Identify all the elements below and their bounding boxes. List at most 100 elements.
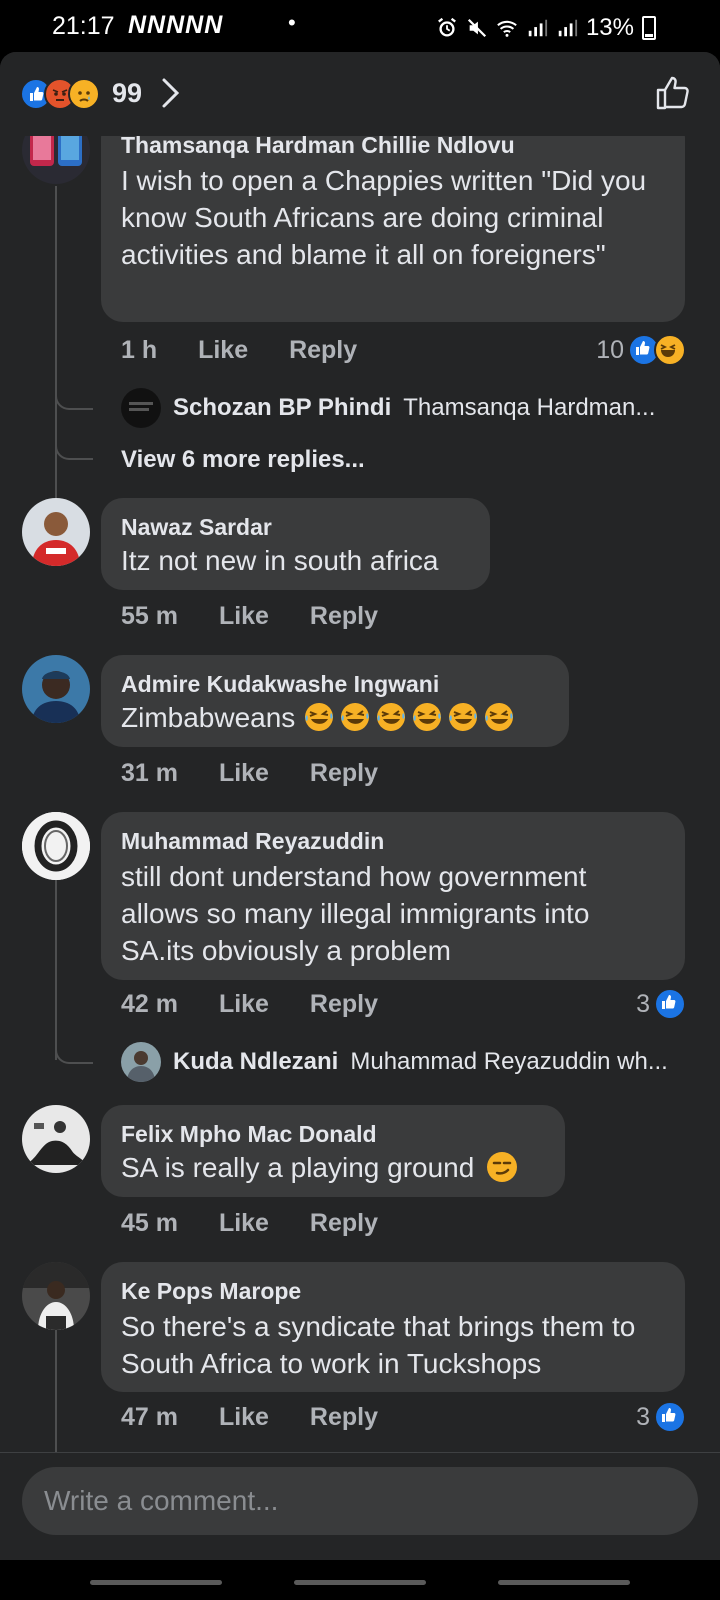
comment-actions: 47 m Like Reply <box>121 1403 412 1432</box>
comment-actions: 42 m Like Reply <box>121 990 412 1019</box>
reply-button[interactable]: Reply <box>310 759 378 788</box>
comment-author[interactable]: Felix Mpho Mac Donald <box>121 1119 545 1149</box>
nav-recent-button[interactable] <box>90 1580 222 1585</box>
laughing-emoji-group <box>303 702 519 733</box>
comment-text: Itz not new in south africa <box>121 545 439 576</box>
comment-time: 31 m <box>121 759 178 787</box>
mute-icon <box>467 18 487 38</box>
nav-home-button[interactable] <box>294 1580 426 1585</box>
comments-panel: 99 Thamsanqa Hardman Chillie Ndlovu I wi… <box>0 52 720 1600</box>
signal-icon <box>528 19 548 37</box>
comment-time: 45 m <box>121 1209 178 1237</box>
comment-author[interactable]: Ke Pops Marope <box>121 1276 665 1306</box>
comment-time: 42 m <box>121 990 178 1018</box>
comment-input[interactable] <box>22 1467 698 1535</box>
comment-bubble[interactable]: Thamsanqa Hardman Chillie Ndlovu I wish … <box>101 116 685 322</box>
comment-text: still dont understand how government all… <box>121 861 590 966</box>
reply-connector <box>55 1036 93 1064</box>
comment-author[interactable]: Admire Kudakwashe Ingwani <box>121 669 549 699</box>
laughing-emoji-icon <box>413 703 442 731</box>
comment-actions: 55 m Like Reply <box>121 602 412 631</box>
battery-icon <box>642 16 656 40</box>
thread-line <box>55 1330 57 1456</box>
comment-bubble[interactable]: Nawaz Sardar Itz not new in south africa <box>101 498 490 590</box>
reply-button[interactable]: Reply <box>310 1403 378 1432</box>
comment-bubble[interactable]: Felix Mpho Mac Donald SA is really a pla… <box>101 1105 565 1197</box>
avatar[interactable] <box>22 498 90 566</box>
comment-text-line: SA is really a playing ground <box>121 1149 545 1186</box>
wifi-icon <box>497 20 517 37</box>
comment-text-line: Zimbabweans <box>121 699 549 736</box>
reply-button[interactable]: Reply <box>289 336 357 365</box>
laughing-emoji-icon <box>377 703 406 731</box>
sad-icon <box>68 78 100 110</box>
battery-percent: 13% <box>585 14 634 41</box>
comment-actions: 31 m Like Reply <box>121 759 412 788</box>
thread-line <box>55 186 57 506</box>
comment-text: So there's a syndicate that brings them … <box>121 1311 636 1379</box>
reactions-header[interactable]: 99 <box>0 52 720 136</box>
smirk-emoji-icon <box>487 1152 518 1182</box>
laughing-emoji-icon <box>485 703 514 731</box>
like-post-icon[interactable] <box>654 74 692 112</box>
reaction-icons <box>20 78 104 110</box>
reply-text: Thamsanqa Hardman... <box>403 394 656 421</box>
comment-reactions[interactable]: 10 <box>596 334 686 366</box>
status-bar: 21:17 NNNNN • 13% <box>0 0 720 52</box>
reply-preview[interactable]: Kuda Ndlezani Muhammad Reyazuddin wh... <box>121 1042 668 1082</box>
like-button[interactable]: Like <box>198 336 248 365</box>
like-button[interactable]: Like <box>219 1403 269 1432</box>
more-replies-connector <box>55 412 93 460</box>
reply-button[interactable]: Reply <box>310 990 378 1019</box>
reply-author[interactable]: Kuda Ndlezani <box>173 1048 338 1076</box>
reply-button[interactable]: Reply <box>310 1209 378 1238</box>
nav-back-button[interactable] <box>498 1580 630 1585</box>
comment-text: I wish to open a Chappies written "Did y… <box>121 165 647 270</box>
comment-author[interactable]: Nawaz Sardar <box>121 512 470 542</box>
like-icon <box>654 988 686 1020</box>
view-more-replies-link[interactable]: View 6 more replies... <box>121 446 365 474</box>
more-notifications-dot: • <box>288 10 296 35</box>
reaction-count: 99 <box>112 78 143 108</box>
like-button[interactable]: Like <box>219 990 269 1019</box>
comment-bubble[interactable]: Ke Pops Marope So there's a syndicate th… <box>101 1262 685 1392</box>
laughing-emoji-icon <box>341 703 370 731</box>
reaction-count: 3 <box>636 989 650 1018</box>
reaction-count: 10 <box>596 335 624 364</box>
avatar[interactable] <box>22 1262 90 1330</box>
reply-connector <box>55 382 93 410</box>
comment-text: Zimbabweans <box>121 702 296 733</box>
comment-text: SA is really a playing ground <box>121 1152 475 1183</box>
notification-icons: NNNNN <box>128 11 224 39</box>
reply-text: Muhammad Reyazuddin wh... <box>350 1048 668 1075</box>
like-button[interactable]: Like <box>219 1209 269 1238</box>
reply-preview[interactable]: Schozan BP Phindi Thamsanqa Hardman... <box>121 388 655 428</box>
comment-bubble[interactable]: Admire Kudakwashe Ingwani Zimbabweans <box>101 655 569 747</box>
reaction-count: 3 <box>636 1402 650 1431</box>
comment-time: 55 m <box>121 602 178 630</box>
like-button[interactable]: Like <box>219 759 269 788</box>
like-button[interactable]: Like <box>219 602 269 631</box>
chevron-right-icon[interactable] <box>160 76 182 110</box>
thread-line <box>55 880 57 1060</box>
like-icon <box>654 1401 686 1433</box>
comment-author[interactable]: Muhammad Reyazuddin <box>121 826 665 856</box>
reply-avatar[interactable] <box>121 1042 161 1082</box>
comment-reactions[interactable]: 3 <box>636 1401 686 1433</box>
laughing-emoji-icon <box>449 703 478 731</box>
avatar[interactable] <box>22 655 90 723</box>
comment-reactions[interactable]: 3 <box>636 988 686 1020</box>
signal-icon-2 <box>558 19 578 37</box>
avatar[interactable] <box>22 812 90 880</box>
haha-icon <box>654 334 686 366</box>
reply-button[interactable]: Reply <box>310 602 378 631</box>
reply-avatar[interactable] <box>121 388 161 428</box>
status-time: 21:17 <box>52 12 115 40</box>
reply-author[interactable]: Schozan BP Phindi <box>173 394 391 422</box>
comment-bubble[interactable]: Muhammad Reyazuddin still dont understan… <box>101 812 685 980</box>
comment-time: 1 h <box>121 336 158 364</box>
comment-actions: 1 h Like Reply <box>121 336 391 365</box>
comment-time: 47 m <box>121 1403 178 1431</box>
avatar[interactable] <box>22 1105 90 1173</box>
system-nav-bar <box>0 1560 720 1600</box>
